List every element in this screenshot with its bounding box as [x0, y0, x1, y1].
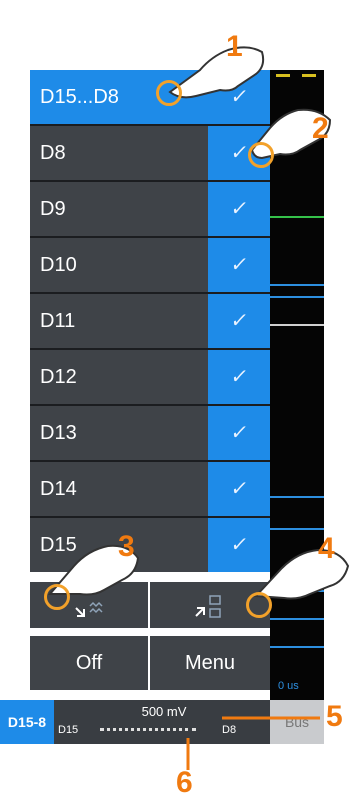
callout-3: 3	[118, 530, 135, 563]
touch-point-1	[156, 80, 182, 106]
callout-4: 4	[318, 532, 335, 565]
callout-1: 1	[226, 30, 243, 63]
touch-point-4	[246, 592, 272, 618]
callout-6: 6	[176, 766, 193, 799]
callout-2: 2	[312, 112, 329, 145]
hand-pointer-icon	[47, 46, 350, 600]
callout-5: 5	[326, 700, 343, 733]
touch-point-3	[44, 584, 70, 610]
callout-overlay	[47, 46, 350, 770]
touch-point-2	[248, 142, 274, 168]
